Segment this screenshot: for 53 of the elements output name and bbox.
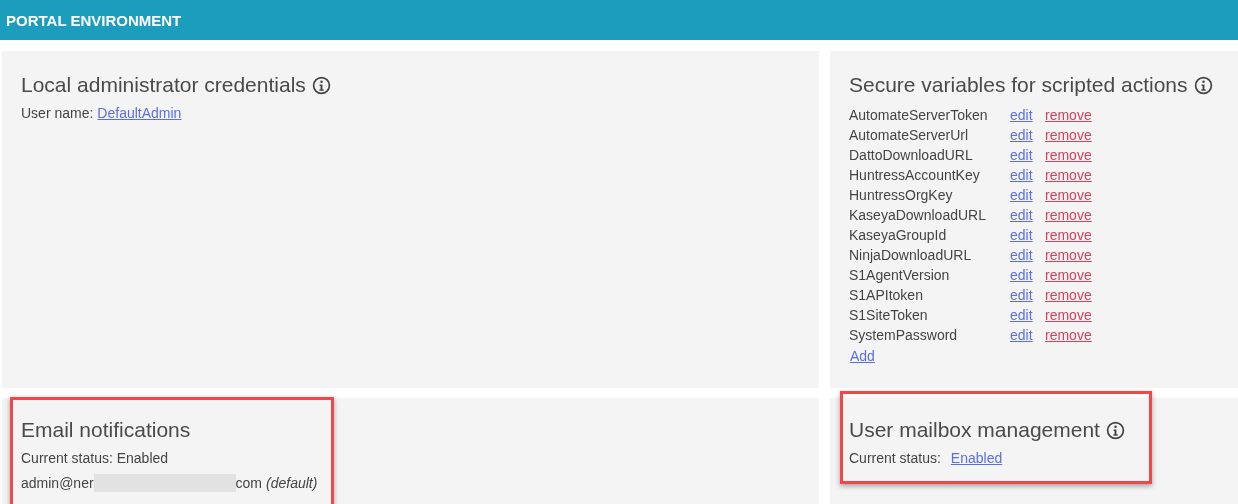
edit-link[interactable]: edit [1010, 327, 1045, 343]
edit-link[interactable]: edit [1010, 147, 1045, 163]
remove-link[interactable]: remove [1045, 287, 1092, 303]
email-text: com [235, 475, 263, 491]
remove-link[interactable]: remove [1045, 207, 1092, 223]
edit-link[interactable]: edit [1010, 267, 1045, 283]
variable-name: HuntressOrgKey [849, 187, 954, 203]
section-title: User mailbox management [849, 418, 1100, 442]
remove-link[interactable]: remove [1045, 267, 1092, 283]
page-title: PORTAL ENVIRONMENT [6, 11, 182, 29]
edit-link[interactable]: edit [1010, 167, 1045, 183]
info-icon[interactable] [311, 75, 331, 95]
section-title: Secure variables for scripted actions [849, 73, 1188, 97]
variable-name: S1AgentVersion [849, 267, 951, 283]
email-text: admin@ner [21, 475, 94, 491]
section-title: Local administrator credentials [21, 73, 306, 97]
variable-name: SystemPassword [849, 327, 959, 343]
user-name-label: User name: [21, 105, 94, 121]
edit-link[interactable]: edit [1010, 287, 1045, 303]
section-title: Email notifications [21, 418, 191, 442]
edit-link[interactable]: edit [1010, 127, 1045, 143]
remove-link[interactable]: remove [1045, 307, 1092, 323]
remove-link[interactable]: remove [1045, 107, 1092, 123]
variable-name: S1SiteToken [849, 307, 929, 323]
remove-link[interactable]: remove [1045, 167, 1092, 183]
remove-link[interactable]: remove [1045, 127, 1092, 143]
variable-name: KaseyaDownloadURL [849, 207, 987, 223]
status-label: Current status: [849, 450, 941, 466]
variable-name: NinjaDownloadURL [849, 247, 973, 263]
remove-link[interactable]: remove [1045, 227, 1092, 243]
default-note: (default) [266, 475, 318, 491]
edit-link[interactable]: edit [1010, 247, 1045, 263]
variable-name: S1APItoken [849, 287, 924, 303]
variable-name: KaseyaGroupId [849, 227, 948, 243]
variable-name: AutomateServerToken [849, 107, 989, 123]
info-icon[interactable] [1105, 420, 1125, 440]
info-icon[interactable] [1193, 75, 1213, 95]
user-name-link[interactable]: DefaultAdmin [97, 105, 182, 121]
remove-link[interactable]: remove [1045, 327, 1092, 343]
status-text: Current status: Enabled [21, 450, 169, 466]
add-link[interactable]: Add [850, 348, 875, 364]
edit-link[interactable]: edit [1010, 187, 1045, 203]
remove-link[interactable]: remove [1045, 147, 1092, 163]
variable-name: DattoDownloadURL [849, 147, 974, 163]
status-link[interactable]: Enabled [950, 450, 1003, 466]
remove-link[interactable]: remove [1045, 187, 1092, 203]
edit-link[interactable]: edit [1010, 107, 1045, 123]
remove-link[interactable]: remove [1045, 247, 1092, 263]
variable-name: AutomateServerUrl [849, 127, 970, 143]
edit-link[interactable]: edit [1010, 207, 1045, 223]
edit-link[interactable]: edit [1010, 307, 1045, 323]
variable-name: HuntressAccountKey [849, 167, 981, 183]
edit-link[interactable]: edit [1010, 227, 1045, 243]
